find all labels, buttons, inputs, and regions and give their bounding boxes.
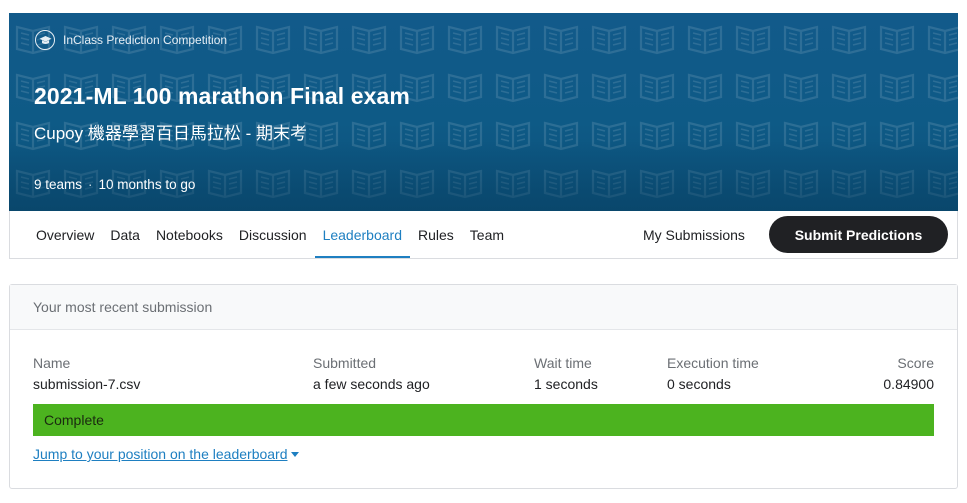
tab-leaderboard[interactable]: Leaderboard bbox=[314, 211, 411, 258]
tab-notebooks[interactable]: Notebooks bbox=[148, 211, 231, 258]
name-label: Name bbox=[33, 355, 71, 371]
competition-subtitle: Cupoy 機器學習百日馬拉松 - 期末考 bbox=[34, 124, 307, 143]
time-remaining: 10 months to go bbox=[98, 177, 196, 192]
competition-meta: 9 teams · 10 months to go bbox=[34, 177, 195, 192]
card-header: Your most recent submission bbox=[10, 285, 957, 330]
banner-gradient bbox=[9, 141, 958, 211]
caret-down-icon bbox=[290, 452, 299, 457]
submitted-value: a few seconds ago bbox=[313, 376, 430, 392]
competition-type-label: InClass Prediction Competition bbox=[63, 33, 228, 47]
wait-time-value: 1 seconds bbox=[534, 376, 598, 392]
score-value: 0.84900 bbox=[883, 376, 934, 392]
meta-separator: · bbox=[88, 177, 93, 192]
competition-banner: InClass Prediction Competition 2021-ML 1… bbox=[9, 13, 958, 211]
submission-details: Name submission-7.csv Submitted a few se… bbox=[10, 355, 957, 395]
tab-list: Overview Data Notebooks Discussion Leade… bbox=[28, 211, 512, 258]
submit-predictions-button[interactable]: Submit Predictions bbox=[769, 216, 948, 253]
tab-data[interactable]: Data bbox=[102, 211, 148, 258]
submission-name: Name submission-7.csv bbox=[33, 355, 140, 392]
execution-time-value: 0 seconds bbox=[667, 376, 731, 392]
status-label: Complete bbox=[44, 412, 104, 428]
team-count: 9 teams bbox=[34, 177, 83, 192]
my-submissions-link[interactable]: My Submissions bbox=[643, 211, 745, 258]
tab-overview[interactable]: Overview bbox=[28, 211, 102, 258]
score-label: Score bbox=[897, 355, 934, 371]
submission-time: Submitted a few seconds ago bbox=[313, 355, 430, 392]
submitted-label: Submitted bbox=[313, 355, 377, 371]
execution-time-label: Execution time bbox=[667, 355, 759, 371]
graduation-cap-icon bbox=[35, 30, 55, 50]
submission-score: Score 0.84900 bbox=[883, 355, 934, 392]
name-value: submission-7.csv bbox=[33, 376, 141, 392]
competition-nav: Overview Data Notebooks Discussion Leade… bbox=[9, 211, 958, 259]
recent-submission-card: Your most recent submission Name submiss… bbox=[9, 284, 958, 489]
submission-wait: Wait time 1 seconds bbox=[534, 355, 598, 392]
tab-team[interactable]: Team bbox=[462, 211, 512, 258]
jump-link-label: Jump to your position on the leaderboard bbox=[33, 446, 288, 462]
competition-title: 2021-ML 100 marathon Final exam bbox=[34, 83, 410, 109]
tab-discussion[interactable]: Discussion bbox=[231, 211, 315, 258]
submission-execution: Execution time 0 seconds bbox=[667, 355, 759, 392]
jump-to-position-link[interactable]: Jump to your position on the leaderboard bbox=[33, 446, 299, 462]
wait-time-label: Wait time bbox=[534, 355, 592, 371]
competition-type: InClass Prediction Competition bbox=[35, 30, 227, 50]
status-bar: Complete bbox=[33, 404, 934, 436]
tab-rules[interactable]: Rules bbox=[410, 211, 462, 258]
